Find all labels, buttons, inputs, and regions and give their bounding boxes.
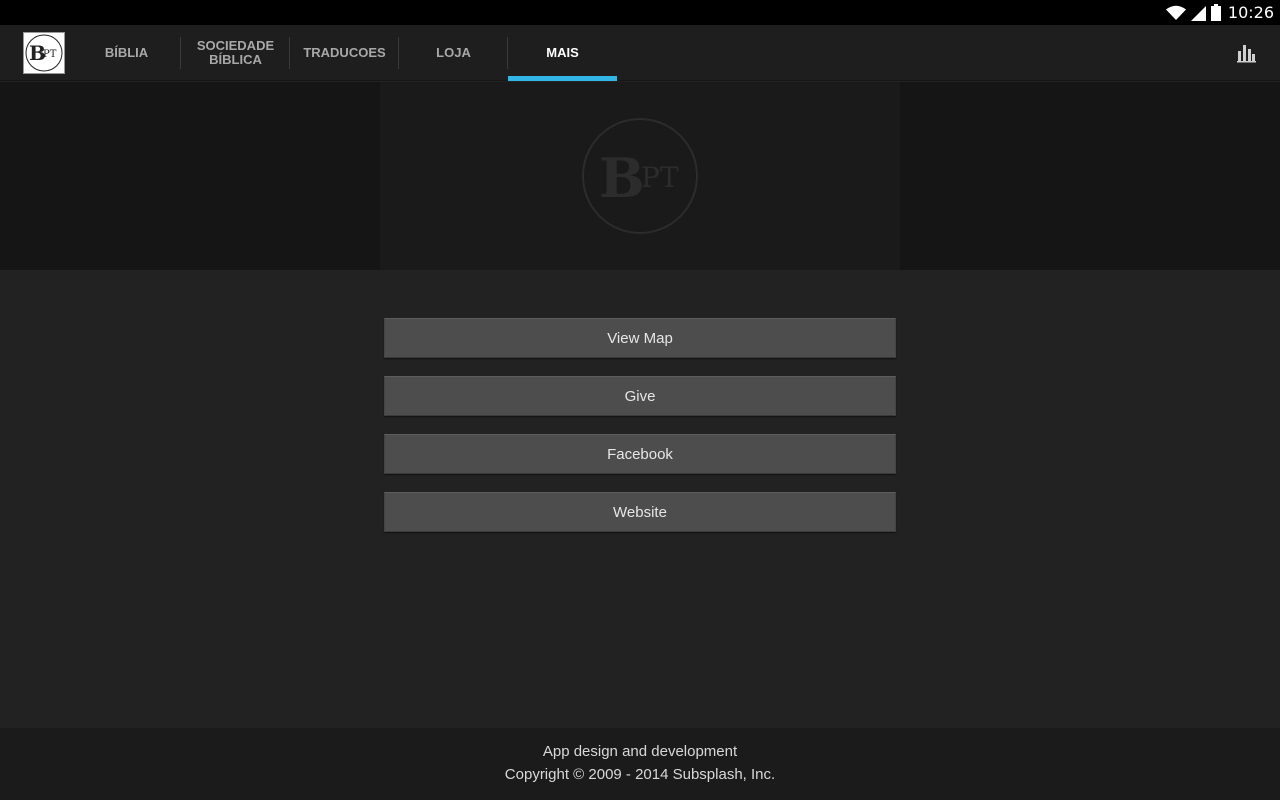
website-button[interactable]: Website xyxy=(384,492,896,532)
wifi-icon xyxy=(1165,5,1186,20)
svg-text:PT: PT xyxy=(43,49,57,60)
footer[interactable]: App design and development Copyright © 2… xyxy=(0,728,1280,800)
svg-text:PT: PT xyxy=(641,161,679,194)
bpt-watermark-logo: B PT xyxy=(582,118,698,234)
button-label: View Map xyxy=(607,329,673,347)
bpt-logo-icon: B PT xyxy=(25,34,63,72)
tab-label: LOJA xyxy=(436,45,471,60)
tab-label-line1: SOCIEDADE xyxy=(196,38,275,53)
tab-sociedade-biblica[interactable]: SOCIEDADE BÍBLICA xyxy=(181,25,290,81)
app-logo[interactable]: B PT xyxy=(23,32,65,74)
footer-credit: App design and development xyxy=(542,743,738,760)
tab-bar: BÍBLIA SOCIEDADE BÍBLICA TRADUCOES LOJA … xyxy=(72,25,617,81)
button-label: Give xyxy=(624,387,656,405)
tab-biblia[interactable]: BÍBLIA xyxy=(72,25,181,81)
bar-chart-icon[interactable] xyxy=(1236,43,1256,63)
signal-icon xyxy=(1190,5,1206,21)
status-icons: 10:26 xyxy=(1165,0,1274,25)
tab-loja[interactable]: LOJA xyxy=(399,25,508,81)
facebook-button[interactable]: Facebook xyxy=(384,434,896,474)
status-time: 10:26 xyxy=(1227,3,1274,22)
tab-label: BÍBLIA xyxy=(104,45,149,60)
tab-label: TRADUCOES xyxy=(303,45,386,60)
give-button[interactable]: Give xyxy=(384,376,896,416)
action-buttons: View Map Give Facebook Website xyxy=(384,318,896,550)
battery-icon xyxy=(1210,4,1221,21)
footer-copyright: Copyright © 2009 - 2014 Subsplash, Inc. xyxy=(504,766,776,783)
button-label: Facebook xyxy=(607,445,673,463)
header-banner: B PT xyxy=(0,82,1280,270)
tab-label: SOCIEDADE BÍBLICA xyxy=(197,39,274,67)
status-bar: 10:26 xyxy=(0,0,1280,25)
tab-mais[interactable]: MAIS xyxy=(508,25,617,81)
app-bar: B PT BÍBLIA SOCIEDADE BÍBLICA TRADUCOES … xyxy=(0,25,1280,81)
svg-text:B: B xyxy=(599,146,645,210)
header-banner-center: B PT xyxy=(380,82,900,270)
tab-label: MAIS xyxy=(546,45,579,60)
tab-traducoes[interactable]: TRADUCOES xyxy=(290,25,399,81)
button-label: Website xyxy=(613,503,667,521)
tab-label-line2: BÍBLICA xyxy=(209,52,262,67)
view-map-button[interactable]: View Map xyxy=(384,318,896,358)
